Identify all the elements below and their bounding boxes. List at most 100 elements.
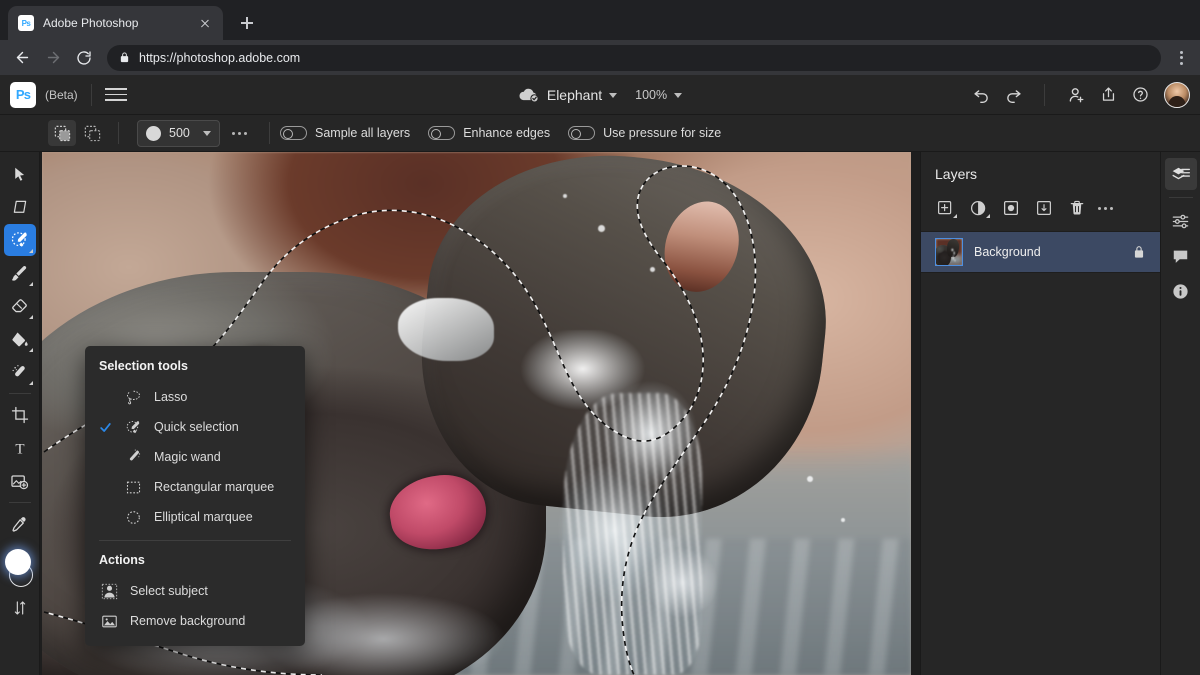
subtract-from-selection-button[interactable]: [78, 120, 106, 146]
lock-icon[interactable]: [1132, 245, 1146, 259]
lasso-icon: [123, 389, 143, 406]
paint-bucket-icon: [10, 330, 29, 349]
flyout-item-quick-selection[interactable]: Quick selection: [85, 412, 305, 442]
plus-icon[interactable]: [233, 9, 261, 37]
eyedropper-icon: [10, 515, 29, 534]
photoshop-app: Ps (Beta) Elephant 100%: [0, 75, 1200, 675]
layers-panel-title: Layers: [921, 152, 1160, 182]
close-icon[interactable]: [197, 15, 213, 31]
paint-bucket-tool[interactable]: [4, 323, 36, 355]
checkmark-icon: [99, 421, 112, 434]
browser-tab[interactable]: Ps Adobe Photoshop: [8, 6, 223, 40]
delete-layer-button[interactable]: [1063, 195, 1091, 221]
flyout-label-select-subject: Select subject: [130, 584, 208, 598]
trash-icon: [1068, 199, 1086, 217]
type-t-icon: T: [11, 439, 29, 457]
layers-more-button[interactable]: [1098, 207, 1113, 210]
quick-selection-icon: [123, 419, 143, 436]
transform-icon: [11, 198, 29, 216]
hamburger-menu-icon[interactable]: [105, 84, 127, 106]
flyout-item-select-subject[interactable]: Select subject: [85, 576, 305, 606]
right-rail: [1160, 152, 1200, 675]
layer-mask-icon: [1002, 199, 1020, 217]
rectangular-marquee-icon: [123, 479, 143, 496]
zoom-chevron-down-icon[interactable]: [674, 93, 682, 98]
browser-tab-title: Adobe Photoshop: [43, 16, 188, 30]
use-pressure-for-size-toggle[interactable]: [568, 126, 595, 140]
brush-size-value: 500: [169, 126, 195, 140]
flyout-label-elliptical-marquee: Elliptical marquee: [154, 510, 253, 524]
eyedropper-tool[interactable]: [4, 508, 36, 540]
beta-label: (Beta): [45, 88, 78, 102]
browser-toolbar: https://photoshop.adobe.com: [0, 40, 1200, 75]
crop-tool[interactable]: [4, 399, 36, 431]
enhance-edges-toggle[interactable]: [428, 126, 455, 140]
rail-layers-button[interactable]: [1165, 158, 1197, 190]
more-options-icon[interactable]: [220, 132, 259, 135]
rail-properties-button[interactable]: [1165, 205, 1197, 237]
document-name[interactable]: Elephant: [547, 87, 602, 103]
back-arrow-icon[interactable]: [8, 44, 36, 72]
magic-wand-icon: [123, 449, 143, 466]
crop-icon: [11, 406, 29, 424]
quick-selection-tool[interactable]: [4, 224, 36, 256]
add-person-icon[interactable]: [1062, 81, 1090, 109]
header-divider: [91, 84, 92, 106]
reload-icon[interactable]: [70, 44, 98, 72]
add-to-selection-button[interactable]: [48, 120, 76, 146]
place-image-tool[interactable]: [4, 465, 36, 497]
layer-mask-button[interactable]: [997, 195, 1025, 221]
help-circle-icon[interactable]: [1126, 81, 1154, 109]
app-body: T: [0, 152, 1200, 675]
browser-tabstrip: Ps Adobe Photoshop: [0, 0, 1200, 40]
flyout-item-magic-wand[interactable]: Magic wand: [85, 442, 305, 472]
flyout-item-rectangular-marquee[interactable]: Rectangular marquee: [85, 472, 305, 502]
kebab-menu-icon[interactable]: [1170, 45, 1192, 71]
tools-sidebar: T: [0, 152, 40, 675]
selection-tools-flyout[interactable]: Selection tools Lasso: [85, 346, 305, 646]
quick-selection-icon: [10, 230, 30, 250]
share-icon[interactable]: [1094, 81, 1122, 109]
header-divider-2: [1044, 84, 1045, 106]
type-tool[interactable]: T: [4, 432, 36, 464]
sample-all-layers-toggle[interactable]: [280, 126, 307, 140]
tools-divider-2: [9, 502, 31, 503]
adjustment-layer-button[interactable]: [964, 195, 992, 221]
user-avatar[interactable]: [1164, 82, 1190, 108]
healing-brush-tool[interactable]: [4, 356, 36, 388]
add-layer-button[interactable]: [931, 195, 959, 221]
sample-all-layers-label: Sample all layers: [315, 126, 410, 140]
brush-tool[interactable]: [4, 257, 36, 289]
cloud-saved-icon: [518, 87, 540, 103]
browser-chrome: Ps Adobe Photoshop https://photoshop.ado…: [0, 0, 1200, 75]
tool-options-bar: 500 Sample all layers Enhance edges Use …: [0, 115, 1200, 152]
undo-icon[interactable]: [967, 81, 995, 109]
tools-divider-1: [9, 393, 31, 394]
chevron-down-icon[interactable]: [609, 93, 617, 98]
color-swatches[interactable]: [3, 547, 37, 591]
rail-comments-button[interactable]: [1165, 240, 1197, 272]
zoom-level[interactable]: 100%: [635, 88, 667, 102]
enhance-edges-toggle-group: Enhance edges: [428, 126, 550, 140]
forward-arrow-icon[interactable]: [39, 44, 67, 72]
flyout-divider: [99, 540, 291, 541]
transform-tool[interactable]: [4, 191, 36, 223]
move-tool[interactable]: [4, 158, 36, 190]
canvas-area[interactable]: Selection tools Lasso: [40, 152, 920, 675]
address-bar[interactable]: https://photoshop.adobe.com: [107, 45, 1161, 71]
chevron-down-icon[interactable]: [203, 131, 211, 136]
clipping-mask-button[interactable]: [1030, 195, 1058, 221]
flyout-item-lasso[interactable]: Lasso: [85, 382, 305, 412]
layer-row-background[interactable]: Background: [921, 231, 1160, 273]
flyout-item-elliptical-marquee[interactable]: Elliptical marquee: [85, 502, 305, 532]
foreground-color-swatch[interactable]: [5, 549, 31, 575]
adjustment-layer-icon: [969, 199, 988, 218]
rail-info-button[interactable]: [1165, 275, 1197, 307]
eraser-tool[interactable]: [4, 290, 36, 322]
photoshop-icon: Ps: [18, 15, 34, 31]
redo-icon[interactable]: [999, 81, 1027, 109]
clipping-mask-icon: [1035, 199, 1053, 217]
brush-size-control[interactable]: 500: [137, 120, 220, 147]
flyout-item-remove-background[interactable]: Remove background: [85, 606, 305, 636]
swap-colors-icon[interactable]: [4, 592, 36, 624]
